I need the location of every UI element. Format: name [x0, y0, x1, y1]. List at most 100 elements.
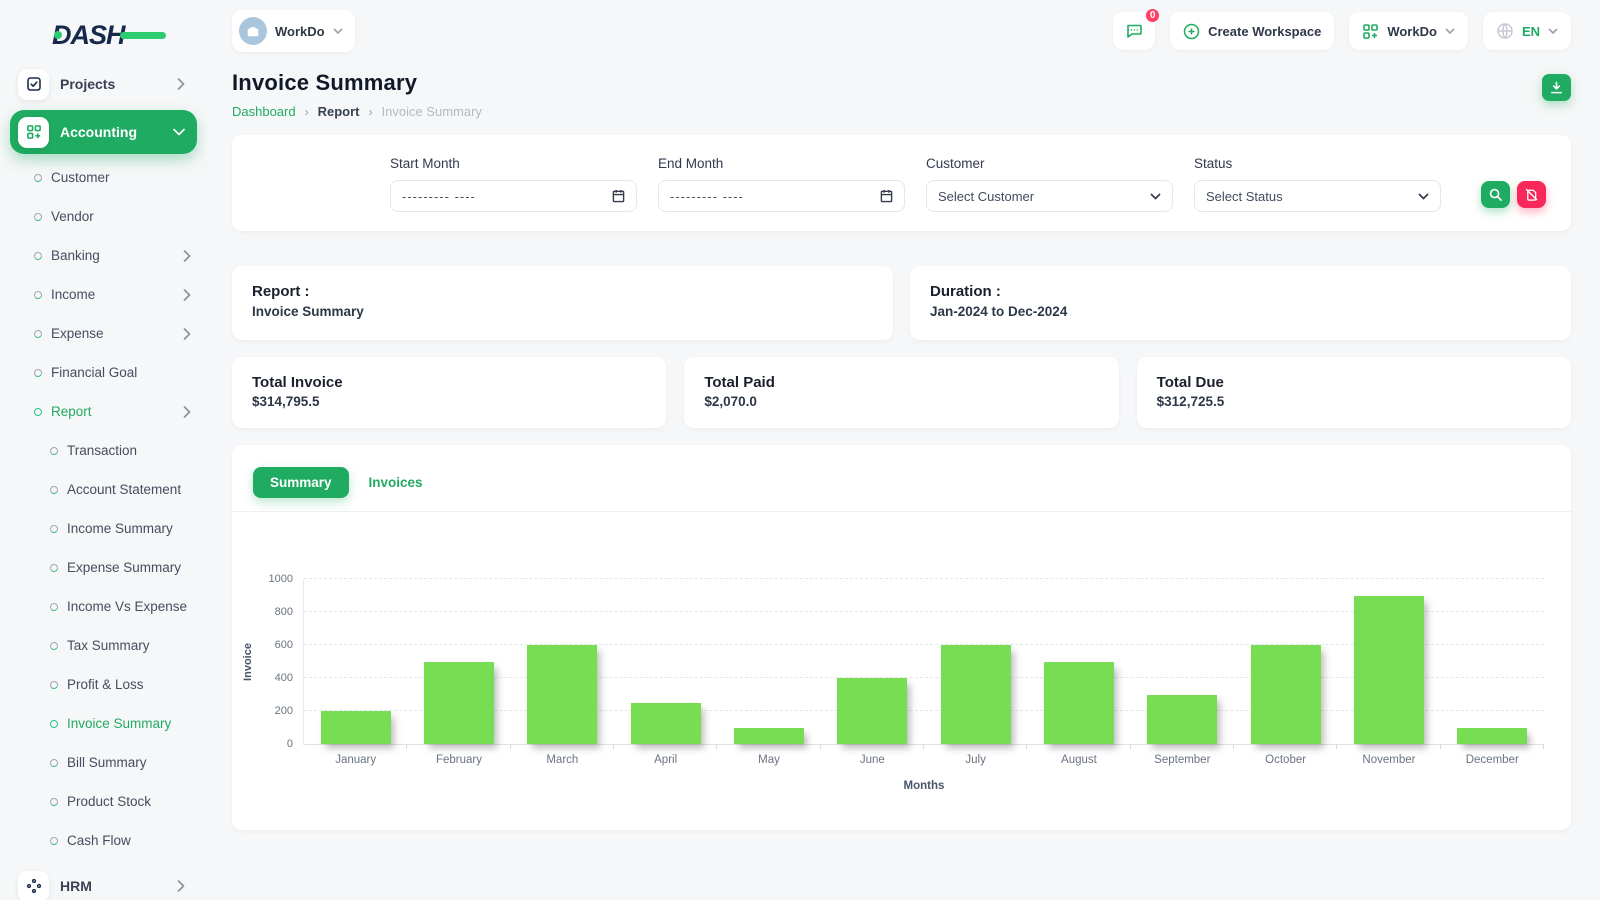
sidebar-item-income-vs-expense[interactable]: Income Vs Expense: [0, 587, 207, 626]
sidebar-nav: Projects Accounting Customer Vendor Banking I…: [0, 62, 207, 900]
tab-summary[interactable]: Summary: [253, 467, 349, 498]
app-root: DASH Projects Accounting Customer Vendor Ban…: [0, 0, 1600, 900]
sidebar-item-product-stock[interactable]: Product Stock: [0, 782, 207, 821]
sidebar-item-banking[interactable]: Banking: [0, 236, 207, 275]
bar-july[interactable]: [940, 645, 1011, 744]
workspace-selector[interactable]: WorkDo: [232, 10, 355, 52]
status-select[interactable]: Select Status: [1194, 180, 1441, 212]
bar-slot: July: [924, 579, 1028, 766]
sidebar-item-report[interactable]: Report: [0, 392, 207, 431]
create-workspace-button[interactable]: Create Workspace: [1170, 12, 1335, 50]
sidebar-item-income[interactable]: Income: [0, 275, 207, 314]
sidebar-item-projects[interactable]: Projects: [10, 62, 197, 106]
language-button[interactable]: EN: [1482, 12, 1571, 50]
customer-select[interactable]: Select Customer: [926, 180, 1173, 212]
sidebar-item-label: Product Stock: [67, 794, 152, 809]
chevron-right-icon: [183, 405, 191, 418]
bullet-icon: [49, 601, 59, 612]
sidebar-item-accounting[interactable]: Accounting: [10, 110, 197, 154]
y-axis-title-wrap: Invoice: [238, 579, 258, 744]
sidebar-item-account-statement[interactable]: Account Statement: [0, 470, 207, 509]
status-label: Status: [1194, 156, 1233, 171]
bullet-icon: [33, 289, 43, 300]
stat-label: Total Invoice: [252, 374, 343, 391]
bar-march[interactable]: [527, 645, 598, 744]
total-invoice-card: Total Invoice $314,795.5: [232, 357, 667, 428]
y-axis-tick: 600: [274, 639, 293, 651]
bar-september[interactable]: [1147, 694, 1218, 744]
tab-invoices[interactable]: Invoices: [363, 467, 429, 498]
create-workspace-label: Create Workspace: [1208, 23, 1322, 39]
report-card-title: Report :: [252, 283, 310, 300]
bar-april[interactable]: [630, 702, 701, 744]
download-button[interactable]: [1542, 74, 1571, 101]
report-info-row: Report : Invoice Summary Duration : Jan-…: [232, 266, 1571, 340]
sidebar-item-label: Income: [51, 287, 96, 302]
messages-button[interactable]: 0: [1113, 7, 1162, 50]
stat-value: $2,070.0: [704, 394, 757, 409]
workdo-menu-button[interactable]: WorkDo: [1349, 12, 1468, 50]
sidebar-item-profit-loss[interactable]: Profit & Loss: [0, 665, 207, 704]
sidebar-item-transaction[interactable]: Transaction: [0, 431, 207, 470]
bar-october[interactable]: [1250, 645, 1321, 744]
grid-plus-icon: [18, 116, 49, 148]
breadcrumb: Dashboard › Report › Invoice Summary: [232, 104, 482, 119]
bar-august[interactable]: [1043, 661, 1114, 744]
stat-label: Total Due: [1156, 374, 1224, 391]
chevron-right-icon: [183, 327, 191, 340]
bullet-icon: [49, 484, 59, 495]
bullet-icon: [33, 406, 43, 417]
sidebar-item-label: Expense Summary: [67, 560, 182, 575]
sidebar-item-tax-summary[interactable]: Tax Summary: [0, 626, 207, 665]
bar-chart: Invoice Months 0 200 400 600 800 1000 January F…: [242, 573, 1545, 792]
sidebar-item-label: Vendor: [51, 209, 94, 224]
bar-january[interactable]: [320, 711, 391, 744]
breadcrumb-dashboard[interactable]: Dashboard: [232, 104, 296, 119]
topbar: WorkDo 0 Create Workspace WorkDo EN: [207, 0, 1600, 52]
sidebar-item-expense-summary[interactable]: Expense Summary: [0, 548, 207, 587]
bullet-icon: [33, 328, 43, 339]
customer-group: Customer Select Customer: [926, 156, 1173, 212]
chat-icon: [1125, 22, 1143, 40]
sidebar-item-vendor[interactable]: Vendor: [0, 197, 207, 236]
bar-slot: February: [407, 579, 511, 766]
calendar-icon[interactable]: [880, 189, 893, 203]
y-axis-tick: 400: [274, 672, 293, 684]
sidebar-item-expense[interactable]: Expense: [0, 314, 207, 353]
clipboard-off-icon: [1525, 188, 1538, 201]
end-month-group: End Month --------- ----: [658, 156, 905, 212]
chevron-down-icon: [1548, 28, 1558, 34]
start-month-input[interactable]: --------- ----: [390, 180, 637, 212]
start-month-group: Start Month --------- ----: [390, 156, 637, 212]
sidebar-item-cash-flow[interactable]: Cash Flow: [0, 821, 207, 860]
sidebar-item-bill-summary[interactable]: Bill Summary: [0, 743, 207, 782]
bar-slot: May: [717, 579, 821, 766]
bar-slot: June: [821, 579, 925, 766]
workspace-name: WorkDo: [275, 23, 325, 39]
sidebar-item-hrm[interactable]: HRM: [10, 864, 197, 900]
bar-june[interactable]: [837, 678, 908, 744]
bullet-icon: [49, 835, 59, 846]
bar-november[interactable]: [1353, 595, 1424, 744]
sidebar-item-income-summary[interactable]: Income Summary: [0, 509, 207, 548]
sidebar-item-label: Income Summary: [67, 521, 173, 536]
breadcrumb-report[interactable]: Report: [318, 104, 360, 119]
reset-filter-button[interactable]: [1517, 181, 1546, 208]
calendar-icon[interactable]: [612, 189, 625, 203]
end-month-input[interactable]: --------- ----: [658, 180, 905, 212]
bar-december[interactable]: [1457, 727, 1528, 744]
search-button[interactable]: [1481, 181, 1510, 208]
sidebar-item-label: Banking: [51, 248, 100, 263]
sidebar-item-invoice-summary[interactable]: Invoice Summary: [0, 704, 207, 743]
status-select-value: Select Status: [1206, 188, 1283, 204]
tab-divider: [232, 511, 1571, 512]
app-logo[interactable]: DASH: [52, 18, 207, 52]
bar-may[interactable]: [733, 727, 804, 744]
bullet-icon: [49, 718, 59, 729]
sidebar-item-financial-goal[interactable]: Financial Goal: [0, 353, 207, 392]
x-axis-title: Months: [903, 780, 945, 792]
bullet-icon: [49, 445, 59, 456]
sidebar-item-label: Transaction: [67, 443, 138, 458]
sidebar-item-customer[interactable]: Customer: [0, 158, 207, 197]
bar-february[interactable]: [423, 661, 494, 744]
